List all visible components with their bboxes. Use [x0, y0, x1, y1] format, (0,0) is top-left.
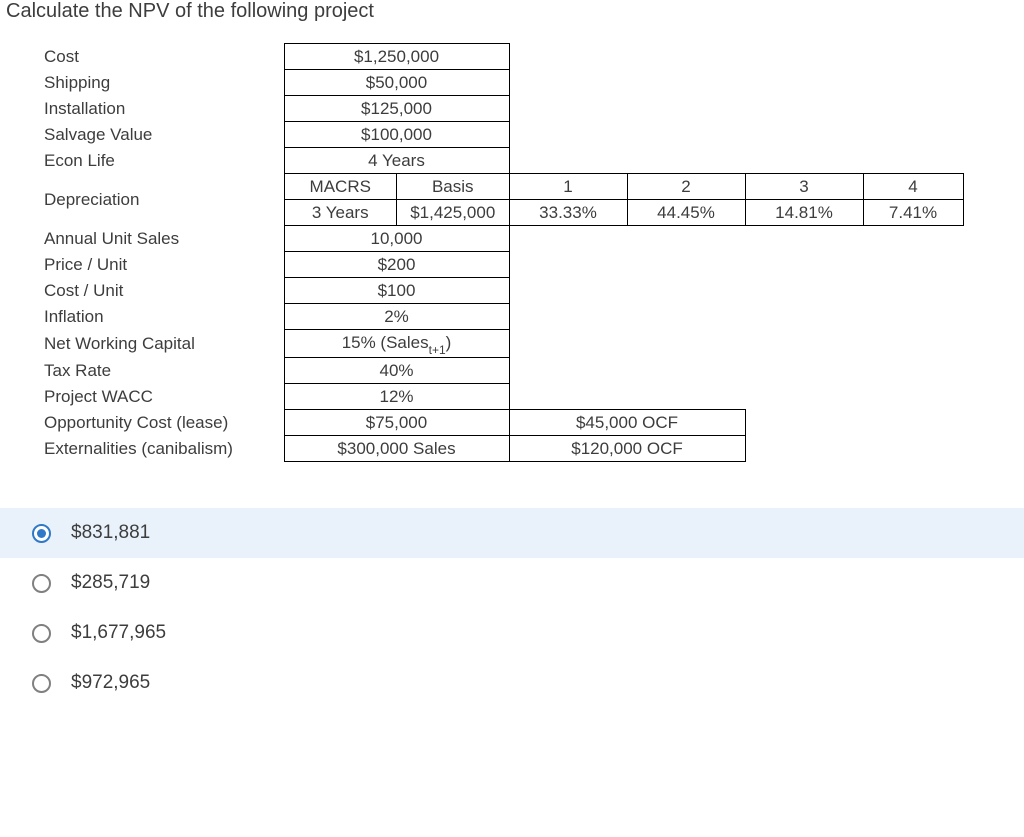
answer-label: $972,965 — [71, 672, 150, 694]
answer-option-1[interactable]: $831,881 — [0, 508, 1024, 558]
dep-year-3: 3 — [745, 174, 863, 200]
project-data-table: Cost $1,250,000 Shipping $50,000 Install… — [0, 29, 1024, 462]
label-cost-unit: Cost / Unit — [34, 278, 284, 304]
row-installation: Installation $125,000 — [34, 96, 963, 122]
row-depreciation-header: Depreciation MACRS Basis 1 2 3 4 — [34, 174, 963, 200]
label-depreciation: Depreciation — [34, 174, 284, 226]
row-price-unit: Price / Unit $200 — [34, 252, 963, 278]
answer-label: $285,719 — [71, 572, 150, 594]
value-ext-ocf: $120,000 OCF — [509, 436, 745, 462]
row-inflation: Inflation 2% — [34, 304, 963, 330]
label-nwc: Net Working Capital — [34, 330, 284, 358]
row-annual-unit-sales: Annual Unit Sales 10,000 — [34, 226, 963, 252]
label-salvage: Salvage Value — [34, 122, 284, 148]
value-opp-ocf: $45,000 OCF — [509, 410, 745, 436]
label-ext: Externalities (canibalism) — [34, 436, 284, 462]
radio-icon — [32, 524, 51, 543]
dep-basis-value: $1,425,000 — [397, 200, 510, 226]
row-cost-unit: Cost / Unit $100 — [34, 278, 963, 304]
dep-pct-2: 44.45% — [627, 200, 745, 226]
answer-label: $831,881 — [71, 522, 150, 544]
row-salvage: Salvage Value $100,000 — [34, 122, 963, 148]
row-shipping: Shipping $50,000 — [34, 70, 963, 96]
label-inflation: Inflation — [34, 304, 284, 330]
value-annual-units: 10,000 — [284, 226, 509, 252]
value-cost-unit: $100 — [284, 278, 509, 304]
answer-option-3[interactable]: $1,677,965 — [0, 608, 1024, 658]
value-nwc: 15% (Salest+1) — [284, 330, 509, 358]
question-title: Calculate the NPV of the following proje… — [0, 0, 1024, 29]
label-price-unit: Price / Unit — [34, 252, 284, 278]
label-shipping: Shipping — [34, 70, 284, 96]
label-installation: Installation — [34, 96, 284, 122]
value-tax: 40% — [284, 358, 509, 384]
row-tax: Tax Rate 40% — [34, 358, 963, 384]
value-ext: $300,000 Sales — [284, 436, 509, 462]
row-nwc: Net Working Capital 15% (Salest+1) — [34, 330, 963, 358]
label-tax: Tax Rate — [34, 358, 284, 384]
dep-pct-4: 7.41% — [863, 200, 963, 226]
dep-year-1: 1 — [509, 174, 627, 200]
dep-basis-header: Basis — [397, 174, 510, 200]
radio-icon — [32, 574, 51, 593]
value-inflation: 2% — [284, 304, 509, 330]
radio-icon — [32, 624, 51, 643]
radio-icon — [32, 674, 51, 693]
answer-option-2[interactable]: $285,719 — [0, 558, 1024, 608]
dep-macrs-header: MACRS — [284, 174, 397, 200]
value-shipping: $50,000 — [284, 70, 509, 96]
label-opp: Opportunity Cost (lease) — [34, 410, 284, 436]
row-externalities: Externalities (canibalism) $300,000 Sale… — [34, 436, 963, 462]
value-econ-life: 4 Years — [284, 148, 509, 174]
answer-option-4[interactable]: $972,965 — [0, 658, 1024, 708]
row-opportunity-cost: Opportunity Cost (lease) $75,000 $45,000… — [34, 410, 963, 436]
label-econ-life: Econ Life — [34, 148, 284, 174]
label-cost: Cost — [34, 44, 284, 70]
label-annual-units: Annual Unit Sales — [34, 226, 284, 252]
row-wacc: Project WACC 12% — [34, 384, 963, 410]
value-wacc: 12% — [284, 384, 509, 410]
dep-pct-3: 14.81% — [745, 200, 863, 226]
dep-year-2: 2 — [627, 174, 745, 200]
dep-macrs-value: 3 Years — [284, 200, 397, 226]
value-cost: $1,250,000 — [284, 44, 509, 70]
value-opp: $75,000 — [284, 410, 509, 436]
value-salvage: $100,000 — [284, 122, 509, 148]
value-installation: $125,000 — [284, 96, 509, 122]
label-wacc: Project WACC — [34, 384, 284, 410]
answer-label: $1,677,965 — [71, 622, 166, 644]
dep-year-4: 4 — [863, 174, 963, 200]
dep-pct-1: 33.33% — [509, 200, 627, 226]
row-cost: Cost $1,250,000 — [34, 44, 963, 70]
row-econ-life: Econ Life 4 Years — [34, 148, 963, 174]
answer-options: $831,881 $285,719 $1,677,965 $972,965 — [0, 508, 1024, 708]
value-price-unit: $200 — [284, 252, 509, 278]
